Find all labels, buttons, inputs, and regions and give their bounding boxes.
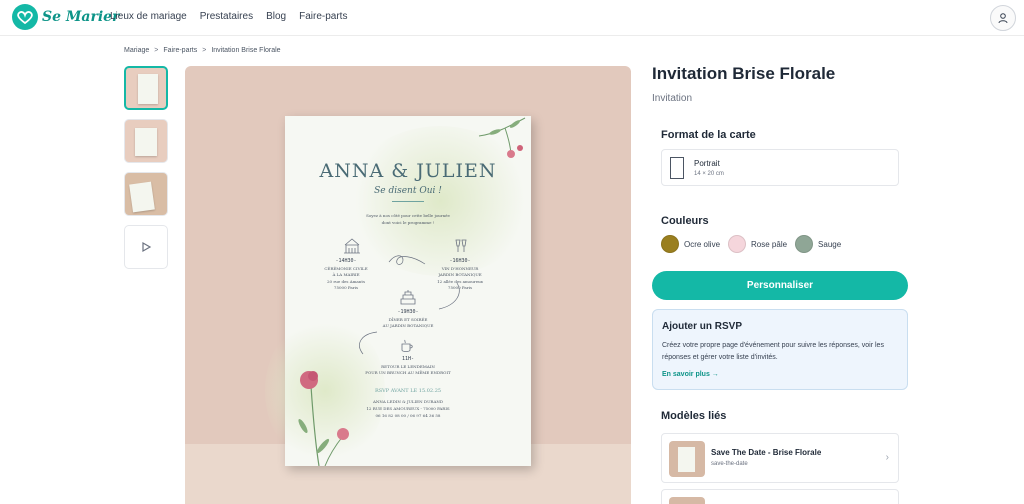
invitation-names: ANNA & JULIEN xyxy=(319,160,497,182)
format-label: Portrait xyxy=(694,159,720,168)
invitation-subtitle: Se disent Oui ! xyxy=(374,186,442,196)
cake-icon xyxy=(400,290,416,305)
color-label: Sauge xyxy=(818,239,842,249)
curved-arrow-icon xyxy=(438,282,460,310)
nav-blog[interactable]: Blog xyxy=(266,11,286,22)
divider xyxy=(392,201,424,202)
curved-arrow-icon xyxy=(359,331,378,355)
nav-lieux[interactable]: Lieux de mariage xyxy=(110,11,187,22)
product-category: Invitation xyxy=(652,93,693,104)
breadcrumb-separator: > xyxy=(154,47,159,54)
thumbnail-3[interactable] xyxy=(124,172,168,216)
rsvp-title: Ajouter un RSVP xyxy=(662,321,743,332)
breadcrumb-faire-parts[interactable]: Faire-parts xyxy=(163,47,197,54)
related-slug: save-the-date xyxy=(711,461,748,467)
invitation-intro-2: dont voici le programme ! xyxy=(381,220,435,225)
main-nav: Lieux de mariage Prestataires Blog Faire… xyxy=(110,11,347,22)
rsvp-panel: Ajouter un RSVP Créez votre propre page … xyxy=(652,309,908,390)
format-option-portrait[interactable]: Portrait 14 × 20 cm xyxy=(661,149,899,186)
thumbnail-list xyxy=(124,66,168,269)
play-icon xyxy=(142,241,152,253)
related-item[interactable]: Save The Date - Brise Florale save-the-d… xyxy=(661,433,899,483)
thumbnail-card-image xyxy=(129,181,155,213)
color-swatch xyxy=(661,235,679,253)
event-3-line-2: AU JARDIN BOTANIQUE xyxy=(382,323,434,328)
thumbnail-2[interactable] xyxy=(124,119,168,163)
brand-name: Se Marier xyxy=(42,9,120,25)
event-3-time: -19H30- xyxy=(397,309,419,315)
thumbnail-card-image xyxy=(138,74,158,104)
color-swatch xyxy=(728,235,747,253)
breadcrumb-mariage[interactable]: Mariage xyxy=(124,47,149,54)
color-option-rose[interactable]: Rose pâle xyxy=(728,235,787,253)
event-4-time: 11H- xyxy=(401,356,415,362)
invitation-card: ANNA & JULIEN Se disent Oui ! Soyez à no… xyxy=(265,116,535,466)
color-swatch xyxy=(795,235,814,253)
colors-heading: Couleurs xyxy=(661,215,709,227)
related-title: Save The Date - Brise Florale xyxy=(711,448,822,457)
event-2-line-2: JARDIN BOTANIQUE xyxy=(438,272,482,277)
breadcrumb-separator: > xyxy=(202,47,207,54)
coffee-icon xyxy=(401,339,413,352)
nav-prestataires[interactable]: Prestataires xyxy=(200,11,253,22)
nav-faire-parts[interactable]: Faire-parts xyxy=(299,11,347,22)
breadcrumb-current: Invitation Brise Florale xyxy=(211,47,281,54)
color-options: Ocre olive Rose pâle Sauge xyxy=(661,235,841,253)
logo[interactable]: Se Marier xyxy=(12,4,119,30)
glasses-icon xyxy=(455,239,467,252)
format-heading: Format de la carte xyxy=(661,129,756,141)
event-4-line-2: POUR UN BRUNCH AU MÊME ENDROIT xyxy=(365,370,451,375)
top-bar: Se Marier Lieux de mariage Prestataires … xyxy=(0,0,1024,36)
breadcrumb: Mariage > Faire-parts > Invitation Brise… xyxy=(124,47,281,54)
chevron-right-icon: › xyxy=(885,452,889,463)
thumbnail-1[interactable] xyxy=(124,66,168,110)
personnaliser-button[interactable]: Personnaliser xyxy=(652,271,908,300)
thumbnail-video[interactable] xyxy=(124,225,168,269)
product-header: Invitation Brise Florale Invitation xyxy=(652,64,908,104)
flower-top-right-icon xyxy=(478,117,526,158)
preview-image: ANNA & JULIEN Se disent Oui ! Soyez à no… xyxy=(185,66,631,504)
logo-icon xyxy=(12,4,38,30)
user-icon xyxy=(998,13,1008,24)
thumbnail-card-image xyxy=(135,128,157,156)
invitation-contact-1: ANNA LEDIN & JULIEN DURAND xyxy=(372,399,444,404)
color-option-ocre[interactable]: Ocre olive xyxy=(661,235,720,253)
color-label: Ocre olive xyxy=(684,239,721,249)
color-option-sauge[interactable]: Sauge xyxy=(795,235,841,253)
city-hall-icon xyxy=(344,238,360,254)
related-thumbnail xyxy=(669,497,705,504)
rsvp-description: Créez votre propre page d'événement pour… xyxy=(662,342,884,361)
related-thumbnail xyxy=(669,441,705,477)
invitation-rsvp: RSVP AVANT LE 15.02.25 xyxy=(374,388,442,394)
invitation-intro-1: Soyez à nos côté pour cette belle journé… xyxy=(366,213,450,218)
portrait-icon xyxy=(670,157,684,179)
rsvp-learn-more-link[interactable]: En savoir plus → xyxy=(662,371,719,378)
related-item[interactable] xyxy=(661,489,899,504)
invitation-contact-3: 06 16 82 08 00 / 06 97 64 36 58 xyxy=(375,413,441,418)
related-heading: Modèles liés xyxy=(661,410,727,422)
format-size: 14 × 20 cm xyxy=(694,171,724,177)
color-label: Rose pâle xyxy=(751,239,788,249)
product-title: Invitation Brise Florale xyxy=(652,64,836,83)
account-button[interactable] xyxy=(990,5,1016,31)
invitation-contact-2: 12 RUE DES AMOUREUX - 75000 PARIS xyxy=(366,406,450,411)
event-2-time: -16H30- xyxy=(449,258,471,264)
